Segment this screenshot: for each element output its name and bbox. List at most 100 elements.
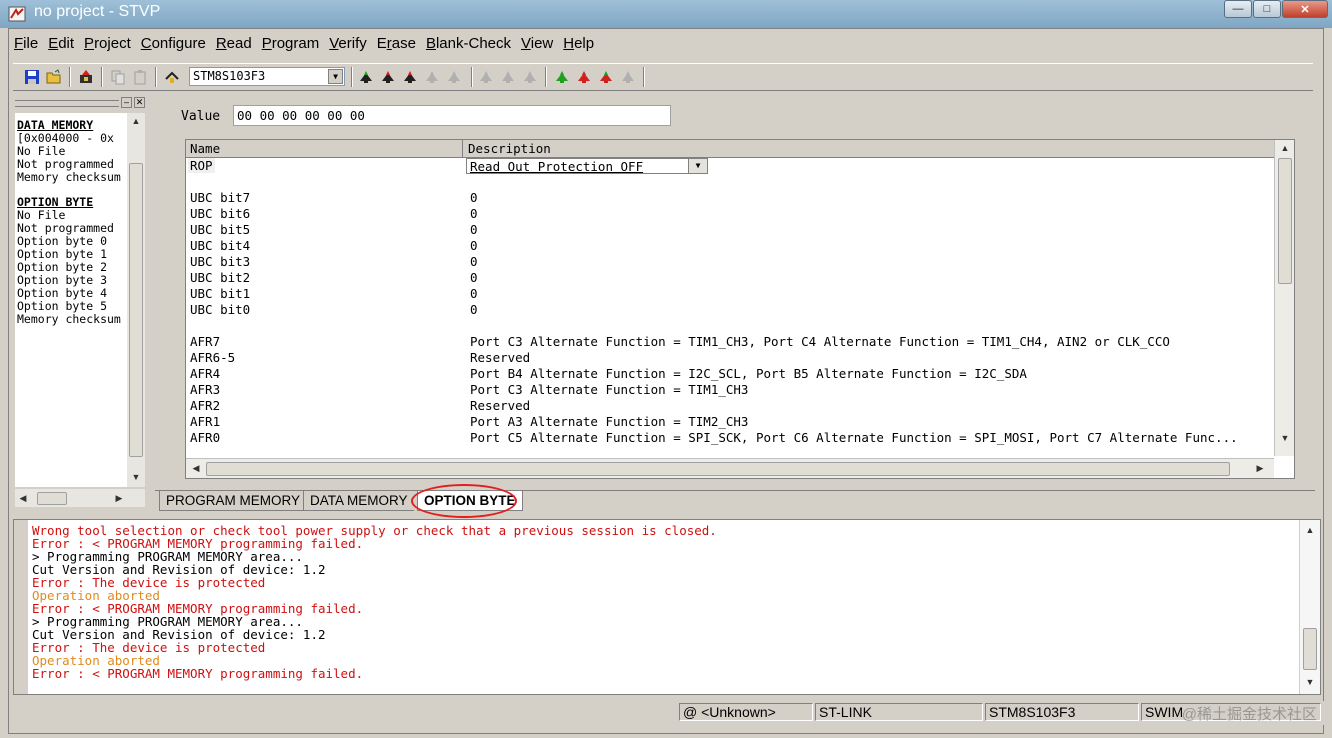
rop-select-value: Read Out Protection OFF [470,159,644,174]
tab-data-memory[interactable]: DATA MEMORY [303,491,414,511]
scroll-up-icon[interactable]: ▲ [1277,140,1293,156]
scroll-thumb[interactable] [129,163,143,457]
verify-tab-icon[interactable] [597,68,615,86]
table-row[interactable]: ROP Read Out Protection OFF ▼ [186,158,1274,174]
menu-item-verify[interactable]: Verify [324,33,372,55]
rop-select[interactable]: Read Out Protection OFF ▼ [466,158,708,174]
open-icon[interactable] [45,68,63,86]
scroll-up-icon[interactable]: ▲ [128,113,144,129]
tab-program-memory[interactable]: PROGRAM MEMORY [159,491,307,511]
option-description-cell: 0 [470,302,478,317]
menu-item-blank-check[interactable]: Blank-Check [421,33,516,55]
scroll-thumb[interactable] [206,462,1230,476]
menu-item-read[interactable]: Read [211,33,257,55]
scroll-up-icon[interactable]: ▲ [1302,522,1318,538]
table-row[interactable]: AFR3 Port C3 Alternate Function = TIM1_CH… [186,382,1274,398]
table-row[interactable]: AFR7 Port C3 Alternate Function = TIM1_CH… [186,334,1274,350]
table-row[interactable]: AFR4 Port B4 Alternate Function = I2C_SCL… [186,366,1274,382]
connect-icon[interactable] [163,68,181,86]
menu-item-project[interactable]: Project [79,33,136,55]
maximize-button[interactable]: □ [1253,0,1281,18]
table-row[interactable]: AFR1 Port A3 Alternate Function = TIM2_CH… [186,414,1274,430]
read-current-icon[interactable] [379,68,397,86]
table-row[interactable]: UBC bit0 0 [186,302,1274,318]
app-frame: File Edit Project Configure Read Program Verif… [8,28,1325,734]
close-button[interactable]: ✕ [1282,0,1328,18]
watermark: @稀土掘金技术社区 [1181,706,1317,723]
output-vertical-scrollbar[interactable]: ▲ ▼ [1299,520,1320,694]
option-description-cell: 0 [470,190,478,205]
menu-item-view[interactable]: View [516,33,558,55]
pane-restore-button[interactable]: – [121,97,132,108]
option-description-cell: 0 [470,222,478,237]
scroll-thumb[interactable] [37,492,67,505]
option-description-cell: Port C5 Alternate Function = SPI_SCK, Po… [470,430,1238,445]
grid-horizontal-scrollbar[interactable]: ◀ ▶ [186,458,1274,478]
menu-item-edit[interactable]: Edit [43,33,79,55]
table-row[interactable]: UBC bit6 0 [186,206,1274,222]
scroll-down-icon[interactable]: ▼ [128,469,144,485]
log-line: Error : The device is protected [32,640,266,655]
menu-item-help[interactable]: Help [558,33,599,55]
memory-info-pane: – ✕ DATA MEMORY [0x004000 - 0x No File Not… [13,95,149,511]
pane-grip[interactable] [14,520,28,694]
program-all-icon[interactable] [77,68,95,86]
menu-item-erase[interactable]: Erase [372,33,421,55]
table-row[interactable] [186,318,1274,334]
table-row[interactable]: UBC bit2 0 [186,270,1274,286]
table-row[interactable]: UBC bit3 0 [186,254,1274,270]
verify-all-icon [423,68,441,86]
value-label: Value [181,109,221,124]
left-pane-horizontal-scrollbar[interactable]: ◀ ▶ [15,489,145,507]
table-row[interactable]: AFR2 Reserved [186,398,1274,414]
column-header-description[interactable]: Description [468,141,551,156]
scroll-thumb[interactable] [1303,628,1317,670]
menu-item-program[interactable]: Program [257,33,325,55]
device-select[interactable]: STM8S103F3 ▼ [189,67,345,86]
status-bar: @ <Unknown> ST-LINK STM8S103F3 SWIM @稀土掘… [9,701,1325,725]
menu-item-file[interactable]: File [9,33,43,55]
column-header-name[interactable]: Name [190,141,220,156]
option-description-cell: 0 [470,270,478,285]
table-row[interactable]: AFR0 Port C5 Alternate Function = SPI_SCK… [186,430,1274,446]
option-byte-editor: Value 00 00 00 00 00 00 Name Description… [155,95,1311,487]
erase-current-icon [499,68,517,86]
log-line: Error : < PROGRAM MEMORY programming fai… [32,666,364,681]
toolbar: STM8S103F3 ▼ [13,63,1313,91]
option-description-cell: Port C3 Alternate Function = TIM1_CH3 [470,382,749,397]
scroll-left-icon[interactable]: ◀ [15,490,31,506]
scroll-right-icon[interactable]: ▶ [111,490,127,506]
save-icon[interactable] [23,68,41,86]
chevron-down-icon[interactable]: ▼ [688,159,707,173]
scroll-thumb[interactable] [1278,158,1292,284]
pane-close-button[interactable]: ✕ [134,97,145,108]
option-description-cell: Reserved [470,350,531,365]
scroll-right-icon[interactable]: ▶ [1252,460,1268,476]
chevron-down-icon[interactable]: ▼ [328,69,343,84]
scroll-left-icon[interactable]: ◀ [188,460,204,476]
table-row[interactable]: UBC bit5 0 [186,222,1274,238]
read-all-icon[interactable] [357,68,375,86]
table-row[interactable]: UBC bit1 0 [186,286,1274,302]
option-name-cell: UBC bit0 [190,302,251,317]
minimize-button[interactable]: — [1224,0,1252,18]
option-description-cell: 0 [470,254,478,269]
scroll-down-icon[interactable]: ▼ [1302,674,1318,690]
program-tab-icon[interactable] [575,68,593,86]
paste-icon [131,68,149,86]
stvp-window: no project - STVP — □ ✕ File Edit Project C… [0,0,1332,738]
tab-option-byte[interactable]: OPTION BYTE [417,491,523,511]
value-field[interactable]: 00 00 00 00 00 00 [233,105,671,126]
status-device: STM8S103F3 [985,703,1139,721]
left-pane-vertical-scrollbar[interactable]: ▲ ▼ [127,113,145,487]
table-row[interactable]: UBC bit7 0 [186,190,1274,206]
title-bar: no project - STVP — □ ✕ [0,0,1332,28]
program-current-icon[interactable] [401,68,419,86]
scroll-down-icon[interactable]: ▼ [1277,430,1293,446]
read-tab-icon[interactable] [553,68,571,86]
table-row[interactable]: UBC bit4 0 [186,238,1274,254]
menu-item-configure[interactable]: Configure [136,33,211,55]
grid-vertical-scrollbar[interactable]: ▲ ▼ [1274,140,1294,456]
table-row[interactable]: AFR6-5 Reserved [186,350,1274,366]
output-log-pane: Wrong tool selection or check tool power… [13,519,1321,695]
